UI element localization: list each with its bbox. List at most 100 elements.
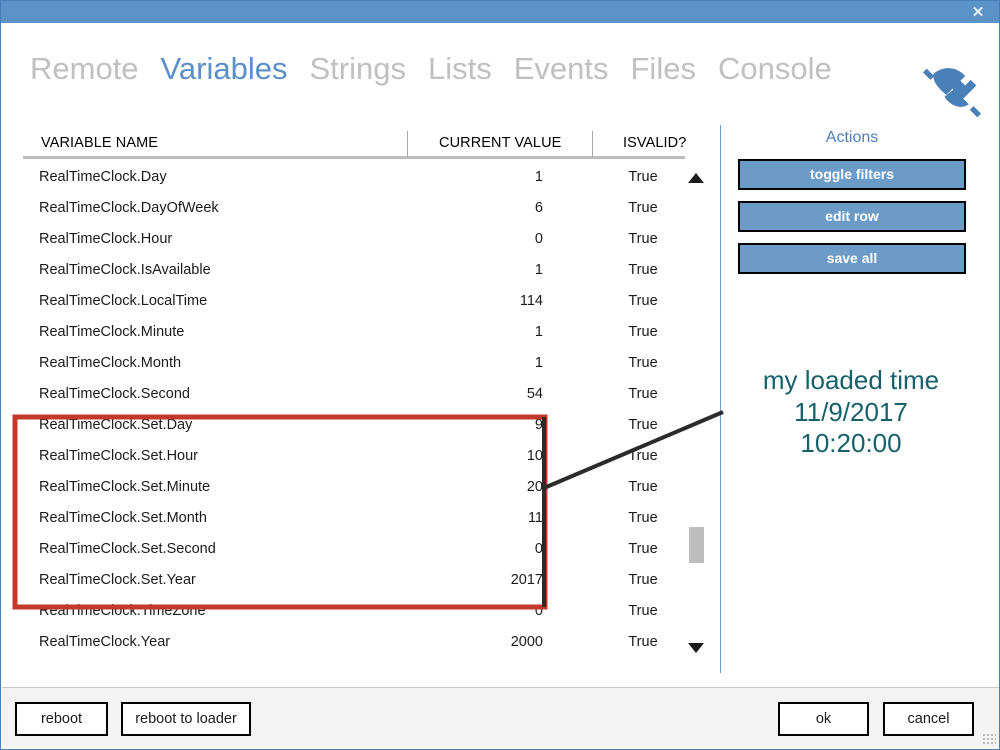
actions-panel: Actions toggle filters edit row save all [736, 129, 968, 285]
cell-isvalid: True [628, 633, 658, 650]
table-row[interactable]: RealTimeClock.Minute 1 True [23, 316, 685, 347]
cell-current-value: 11 [527, 509, 543, 526]
cell-current-value: 1 [534, 323, 543, 340]
cell-current-value: 2017 [510, 571, 543, 588]
table-row[interactable]: RealTimeClock.Set.Year 2017 True [23, 564, 685, 595]
cell-isvalid: True [628, 540, 658, 557]
cell-isvalid: True [628, 416, 658, 433]
cell-isvalid: True [628, 292, 658, 309]
cell-current-value: 0 [534, 540, 543, 557]
resize-grip-icon[interactable] [982, 733, 996, 745]
tab-console[interactable]: Console [707, 52, 843, 86]
tab-strings[interactable]: Strings [298, 52, 416, 86]
table-row[interactable]: RealTimeClock.Set.Day 9 True [23, 409, 685, 440]
cancel-button[interactable]: cancel [883, 702, 974, 736]
cell-variable-name: RealTimeClock.Set.Month [39, 509, 207, 526]
cell-variable-name: RealTimeClock.IsAvailable [39, 261, 211, 278]
tab-events[interactable]: Events [503, 52, 620, 86]
cell-isvalid: True [628, 354, 658, 371]
table-row[interactable]: RealTimeClock.Second 54 True [23, 378, 685, 409]
scroll-up-arrow-icon[interactable] [688, 173, 704, 189]
table-row[interactable]: RealTimeClock.Hour 0 True [23, 223, 685, 254]
cell-current-value: 1 [534, 168, 543, 185]
column-header-isvalid[interactable]: ISVALID? [608, 129, 703, 157]
scrollbar-thumb[interactable] [689, 527, 704, 563]
annotation-text: my loaded time 11/9/2017 10:20:00 [706, 365, 996, 460]
cell-variable-name: RealTimeClock.Set.Minute [39, 478, 211, 495]
table-row[interactable]: RealTimeClock.LocalTime 114 True [23, 285, 685, 316]
cell-isvalid: True [628, 385, 658, 402]
cell-current-value: 0 [534, 602, 543, 619]
cell-variable-name: RealTimeClock.Month [39, 354, 182, 371]
ok-button[interactable]: ok [778, 702, 869, 736]
cell-variable-name: RealTimeClock.Set.Day [39, 416, 193, 433]
panel-divider [720, 125, 721, 673]
cell-current-value: 10 [526, 447, 543, 464]
cell-current-value: 114 [519, 292, 543, 309]
cell-isvalid: True [628, 168, 658, 185]
cell-current-value: 54 [526, 385, 543, 402]
table-row[interactable]: RealTimeClock.Set.Minute 20 True [23, 471, 685, 502]
tab-variables[interactable]: Variables [150, 52, 299, 86]
cell-current-value: 1 [534, 261, 543, 278]
column-divider-1 [407, 131, 408, 157]
annotation-line-3: 10:20:00 [800, 428, 902, 459]
table-scrollbar[interactable] [685, 169, 707, 669]
cell-isvalid: True [628, 602, 658, 619]
footer-bar: reboot reboot to loader ok cancel [2, 687, 999, 748]
column-header-current-value[interactable]: CURRENT VALUE [423, 129, 595, 157]
table-row[interactable]: RealTimeClock.Day 1 True [23, 161, 685, 192]
variables-table: VARIABLE NAME CURRENT VALUE ISVALID? Rea… [23, 129, 686, 669]
tab-list: Remote Variables Strings Lists Events Fi… [19, 52, 843, 86]
toggle-filters-button[interactable]: toggle filters [738, 159, 966, 190]
cell-variable-name: RealTimeClock.Second [39, 385, 190, 402]
cell-isvalid: True [628, 447, 658, 464]
table-row[interactable]: RealTimeClock.Set.Hour 10 True [23, 440, 685, 471]
cell-variable-name: RealTimeClock.Set.Year [39, 571, 196, 588]
cell-variable-name: RealTimeClock.Minute [39, 323, 185, 340]
cell-variable-name: RealTimeClock.Year [39, 633, 171, 650]
cell-isvalid: True [628, 261, 658, 278]
save-all-button[interactable]: save all [738, 243, 966, 274]
table-row[interactable]: RealTimeClock.IsAvailable 1 True [23, 254, 685, 285]
variables-dialog-window: ✕ Remote Variables Strings Lists Events … [0, 0, 1000, 750]
title-bar: ✕ [1, 1, 999, 23]
table-row[interactable]: RealTimeClock.Year 2000 True [23, 626, 685, 657]
cell-variable-name: RealTimeClock.Hour [39, 230, 173, 247]
table-row[interactable]: RealTimeClock.TimeZone 0 True [23, 595, 685, 626]
cell-variable-name: RealTimeClock.Set.Hour [39, 447, 199, 464]
column-divider-2 [592, 131, 593, 157]
reboot-to-loader-button[interactable]: reboot to loader [121, 702, 251, 736]
table-row[interactable]: RealTimeClock.Month 1 True [23, 347, 685, 378]
cell-variable-name: RealTimeClock.TimeZone [39, 602, 206, 619]
cell-isvalid: True [628, 230, 658, 247]
actions-title: Actions [825, 129, 879, 146]
cell-current-value: 6 [534, 199, 543, 216]
annotation-line-1: my loaded time [762, 365, 940, 395]
cell-isvalid: True [628, 478, 658, 495]
cell-current-value: 20 [526, 478, 543, 495]
cell-variable-name: RealTimeClock.DayOfWeek [39, 199, 219, 216]
reboot-button[interactable]: reboot [15, 702, 108, 736]
table-row[interactable]: RealTimeClock.Set.Month 11 True [23, 502, 685, 533]
cell-current-value: 9 [534, 416, 543, 433]
cell-variable-name: RealTimeClock.Day [39, 168, 167, 185]
scroll-down-arrow-icon[interactable] [688, 643, 704, 659]
edit-row-button[interactable]: edit row [738, 201, 966, 232]
plug-disconnected-icon[interactable] [921, 63, 983, 123]
column-header-variable-name[interactable]: VARIABLE NAME [41, 129, 401, 157]
cell-variable-name: RealTimeClock.Set.Second [39, 540, 216, 557]
annotation-line-2: 11/9/2017 [794, 396, 908, 427]
cell-variable-name: RealTimeClock.LocalTime [39, 292, 208, 309]
table-row[interactable]: RealTimeClock.Set.Second 0 True [23, 533, 685, 564]
close-icon[interactable]: ✕ [963, 1, 993, 23]
cell-isvalid: True [628, 323, 658, 340]
tab-remote[interactable]: Remote [19, 52, 150, 86]
tab-bar: Remote Variables Strings Lists Events Fi… [1, 23, 999, 118]
tab-lists[interactable]: Lists [417, 52, 503, 86]
table-body: RealTimeClock.Day 1 True RealTimeClock.DayO… [23, 161, 685, 657]
tab-files[interactable]: Files [620, 52, 707, 86]
table-header-row: VARIABLE NAME CURRENT VALUE ISVALID? [23, 129, 686, 159]
cell-current-value: 2000 [510, 633, 543, 650]
table-row[interactable]: RealTimeClock.DayOfWeek 6 True [23, 192, 685, 223]
